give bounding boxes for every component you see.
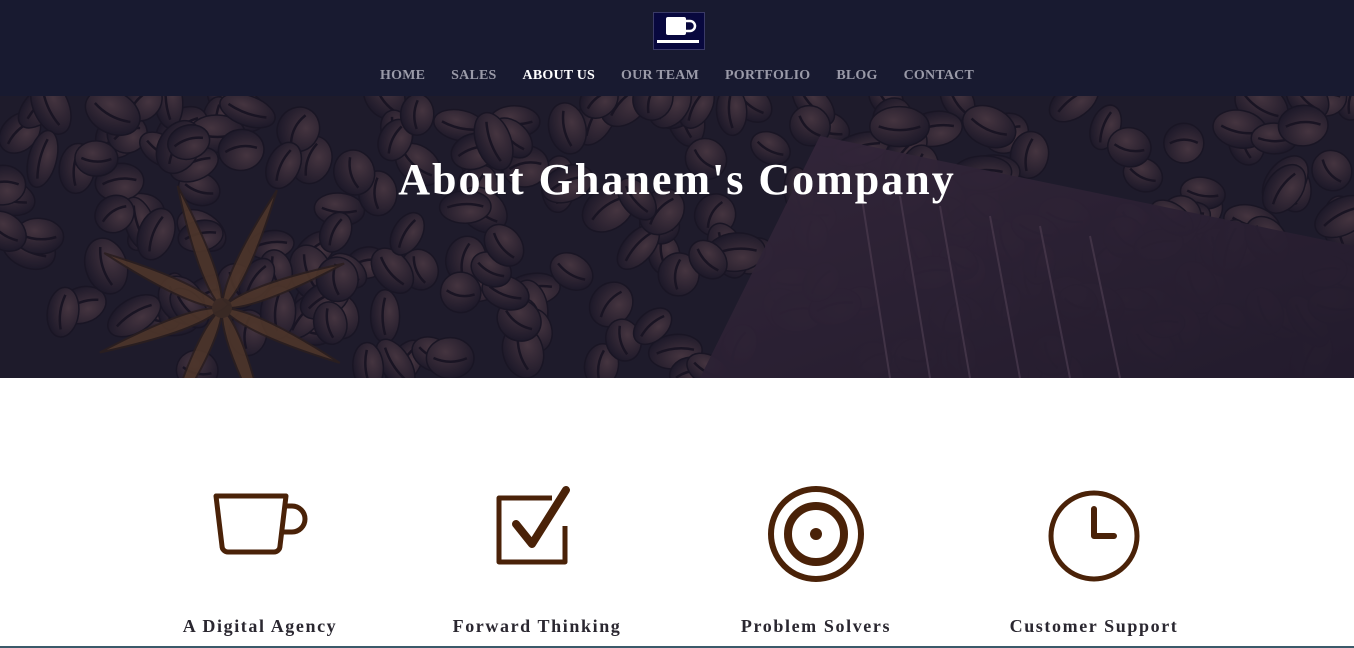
checkbox-icon bbox=[496, 486, 570, 565]
hero-title: About Ghanem's Company bbox=[398, 155, 956, 204]
nav-sales[interactable]: SALES bbox=[451, 66, 496, 88]
main-nav: HOME SALES ABOUT US OUR TEAM PORTFOLIO B… bbox=[0, 66, 1354, 88]
feature-digital-agency: A Digital Agency bbox=[140, 484, 380, 637]
logo[interactable] bbox=[653, 12, 705, 50]
nav-home[interactable]: HOME bbox=[380, 66, 425, 88]
nav-about-us[interactable]: ABOUT US bbox=[523, 66, 596, 88]
site-header: HOME SALES ABOUT US OUR TEAM PORTFOLIO B… bbox=[0, 0, 1354, 96]
nav-contact[interactable]: CONTACT bbox=[904, 66, 974, 88]
nav-portfolio[interactable]: PORTFOLIO bbox=[725, 66, 810, 88]
clock-icon bbox=[1048, 490, 1140, 582]
nav-our-team[interactable]: OUR TEAM bbox=[621, 66, 699, 88]
hero-overlay bbox=[0, 96, 1354, 378]
feature-label: Forward Thinking bbox=[452, 616, 622, 636]
coffee-cup-icon bbox=[657, 17, 699, 43]
coffee-cup-icon bbox=[213, 493, 308, 555]
nav-blog[interactable]: BLOG bbox=[836, 66, 877, 88]
feature-label: A Digital Agency bbox=[182, 616, 338, 636]
feature-forward-thinking: Forward Thinking bbox=[417, 484, 657, 637]
feature-customer-support: Customer Support bbox=[974, 484, 1214, 637]
feature-label: Customer Support bbox=[1009, 616, 1179, 636]
hero-banner: About Ghanem's Company bbox=[0, 96, 1354, 378]
features-section: A Digital Agency Forward Thinking Proble… bbox=[0, 378, 1354, 648]
feature-problem-solvers: Problem Solvers bbox=[696, 484, 936, 637]
target-icon bbox=[768, 486, 864, 582]
feature-label: Problem Solvers bbox=[740, 616, 892, 636]
